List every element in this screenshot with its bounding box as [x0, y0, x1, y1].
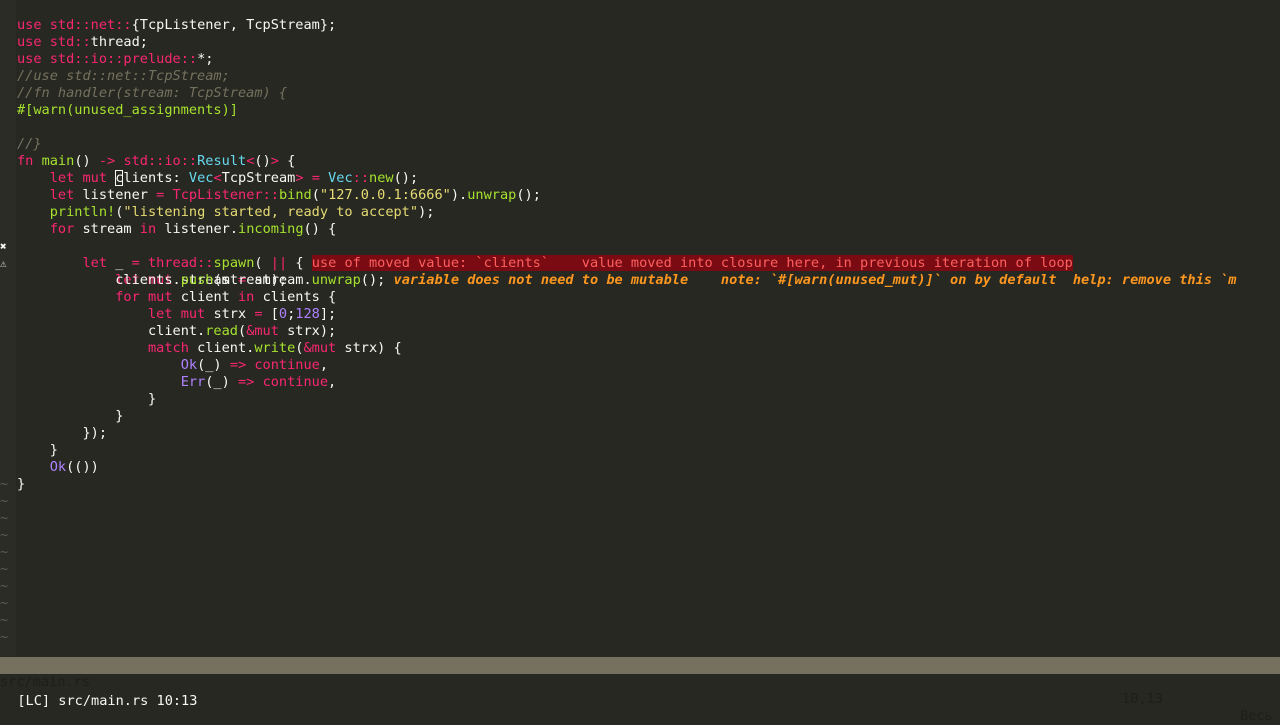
code-line-15-warning: ⚠ let mut stream = stream.unwrap(); vari… [0, 257, 1237, 288]
code-line-7-blank [0, 102, 1280, 119]
command-line-message: [LC] src/main.rs 10:13 [17, 693, 198, 709]
code-line-12: println!("listening started, ready to ac… [49, 204, 435, 220]
code-line-10: let mut clients: Vec<TcpStream> = Vec::n… [49, 170, 419, 186]
code-line-23: } [17, 391, 157, 407]
code-line-18: let mut strx = [0;128]; [147, 306, 337, 322]
empty-line-marker: ~ [0, 629, 9, 645]
code-line-17: for mut client in clients { [115, 289, 337, 305]
code-line-2: use std::thread; [17, 34, 148, 50]
editor-pane[interactable]: use std::net::{TcpListener, TcpStream}; … [0, 0, 1280, 656]
code-line-21: Ok(_) => continue, [180, 357, 329, 373]
code-line-4: //use std::net::TcpStream; [17, 68, 230, 84]
code-line-20: match client.write(&mut strx) { [147, 340, 402, 356]
empty-line-marker: ~ [0, 493, 9, 509]
status-line: src/main.rs 10,13 Весь [0, 657, 1280, 724]
code-line-24: } [17, 408, 124, 424]
code-line-8: //} [17, 136, 42, 152]
code-line-6: #[warn(unused_assignments)] [17, 102, 238, 118]
code-line-1: use std::net::{TcpListener, TcpStream}; [17, 17, 337, 33]
code-line-13: for stream in listener.incoming() { [49, 221, 337, 237]
empty-line-marker: ~ [0, 527, 9, 543]
empty-line-marker: ~ [0, 476, 9, 492]
code-line-26: } [17, 442, 58, 458]
code-line-14-error: ✖ let _ = thread::spawn( || { use of mov… [0, 240, 1073, 271]
code-line-22: Err(_) => continue, [180, 374, 337, 390]
empty-line-marker: ~ [0, 544, 9, 560]
empty-line-marker: ~ [0, 595, 9, 611]
empty-line-marker: ~ [0, 561, 9, 577]
empty-line-marker: ~ [0, 578, 9, 594]
status-scroll-percent: Весь [1240, 708, 1273, 724]
empty-line-marker: ~ [0, 510, 9, 526]
code-line-27: Ok(()) [49, 459, 99, 475]
code-line-5: //fn handler(stream: TcpStream) { [17, 85, 288, 101]
code-line-9: fn main() -> std::io::Result<()> { [17, 153, 296, 169]
code-line-11: let listener = TcpListener::bind("127.0.… [49, 187, 541, 203]
empty-line-marker: ~ [0, 612, 9, 628]
command-line[interactable]: [LC] src/main.rs 10:13 [0, 674, 1280, 709]
code-line-3: use std::io::prelude::*; [17, 51, 214, 67]
code-line-25: }); [17, 425, 108, 441]
code-line-16: clients.push(stream); [115, 272, 288, 288]
code-line-28: } [17, 476, 26, 492]
code-line-19: client.read(&mut strx); [147, 323, 337, 339]
